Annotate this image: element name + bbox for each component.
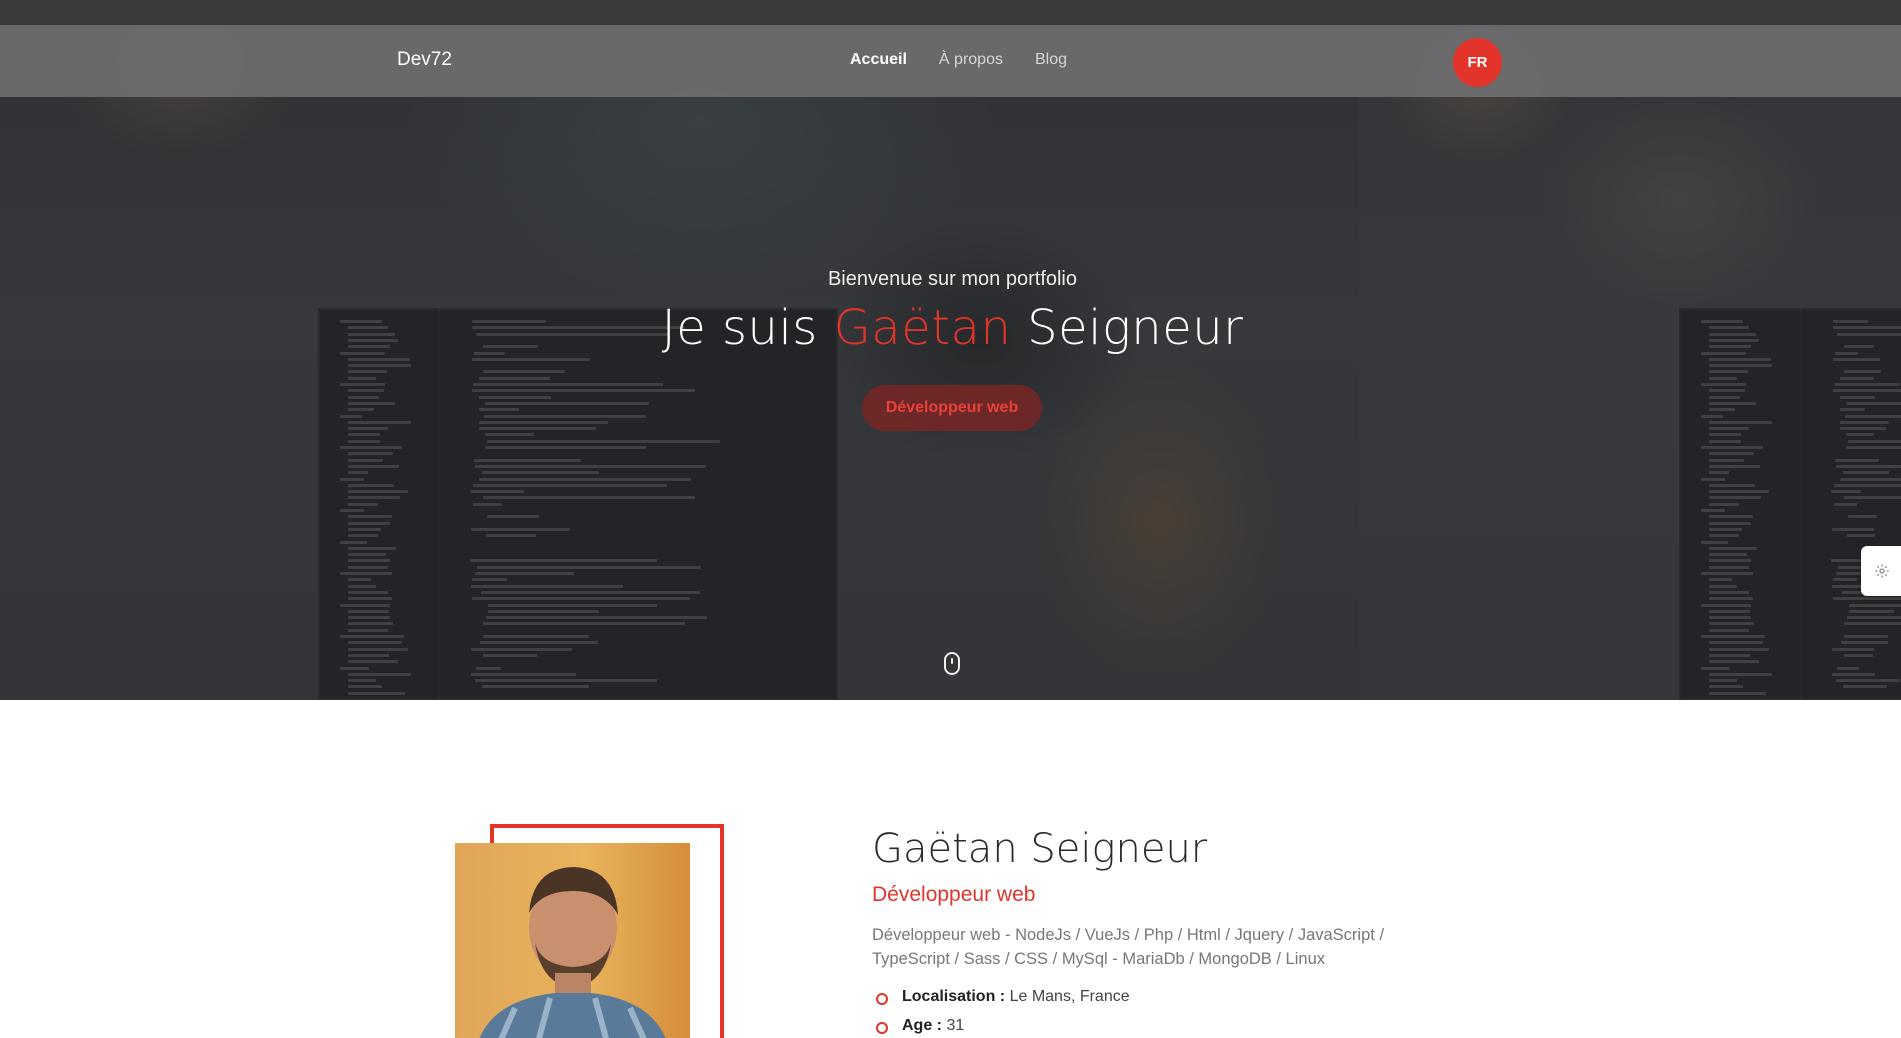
hero-title-accent: Gaëtan [833, 300, 1012, 356]
info-label: Localisation : [902, 988, 1006, 1005]
nav-link-accueil[interactable]: Accueil [850, 51, 907, 69]
nav-link-a-propos[interactable]: À propos [939, 51, 1003, 69]
nav-link-blog[interactable]: Blog [1035, 51, 1067, 69]
info-item-age: Age : 31 [876, 1017, 1130, 1038]
about-role: Développeur web [872, 883, 1036, 906]
brand-logo[interactable]: Dev72 [397, 49, 452, 71]
about-name: Gaëtan Seigneur [872, 826, 1208, 872]
info-list: Localisation : Le Mans, France Age : 31 [876, 988, 1130, 1038]
info-value: 31 [942, 1017, 965, 1034]
hero-subtitle: Bienvenue sur mon portfolio [827, 268, 1078, 290]
info-label: Age : [902, 1017, 942, 1034]
top-strip [0, 0, 1901, 25]
circle-bullet-icon [876, 993, 888, 1005]
language-button[interactable]: FR [1453, 38, 1502, 87]
mouse-scroll-icon[interactable] [944, 652, 960, 675]
hero-role-badge: Développeur web [862, 385, 1042, 431]
info-value: Le Mans, France [1005, 988, 1130, 1005]
about-description: Développeur web - NodeJs / VueJs / Php /… [872, 926, 1385, 968]
navbar: Dev72 Accueil À propos Blog FR [0, 25, 1901, 97]
nav-links: Accueil À propos Blog [850, 51, 1067, 69]
info-item-localisation: Localisation : Le Mans, France [876, 988, 1130, 1017]
hero-title: Je suis Gaëtan Seigneur [0, 300, 1901, 356]
settings-button[interactable] [1861, 546, 1901, 596]
hero-title-prefix: Je suis [661, 300, 834, 356]
gear-icon [1875, 564, 1889, 578]
circle-bullet-icon [876, 1022, 888, 1034]
hero-title-suffix: Seigneur [1011, 300, 1244, 356]
profile-photo [455, 843, 690, 1038]
